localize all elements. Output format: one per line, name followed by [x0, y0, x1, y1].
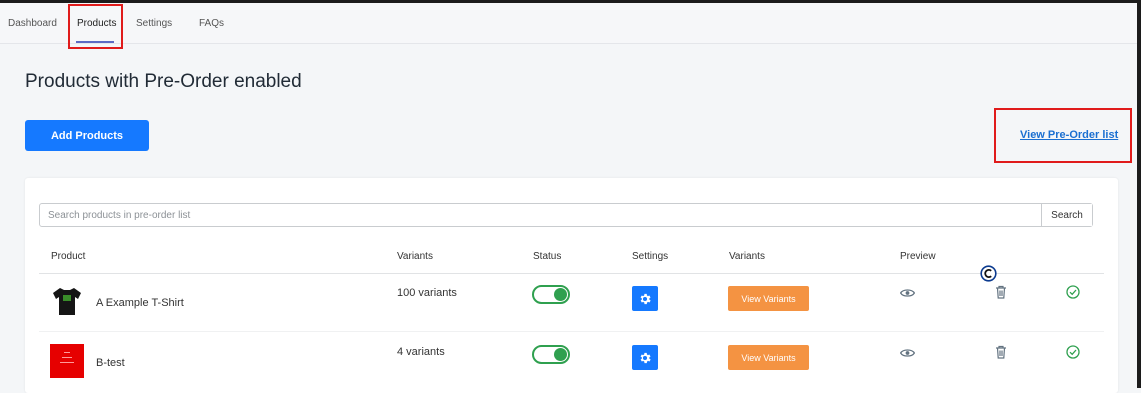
column-header-product: Product: [51, 251, 86, 262]
status-toggle[interactable]: [532, 345, 570, 364]
column-header-status: Status: [533, 251, 562, 262]
gear-icon: [640, 352, 651, 363]
column-header-preview: Preview: [900, 251, 936, 262]
add-products-button[interactable]: Add Products: [25, 120, 149, 151]
settings-button[interactable]: [632, 345, 658, 370]
search-button[interactable]: Search: [1041, 204, 1092, 226]
check-circle-icon: [1066, 345, 1080, 359]
top-nav: Dashboard Products Settings FAQs: [0, 3, 1137, 44]
product-name[interactable]: B-test: [96, 357, 125, 369]
trash-icon: [996, 285, 1006, 299]
product-name[interactable]: A Example T-Shirt: [96, 297, 184, 309]
eye-icon: [899, 349, 915, 357]
preview-button[interactable]: [899, 345, 915, 361]
tab-settings[interactable]: Settings: [136, 18, 172, 29]
header-divider: [39, 273, 1104, 274]
search-bar: Search: [39, 203, 1093, 227]
highlight-box-view-list: [994, 108, 1132, 163]
toggle-knob: [554, 288, 567, 301]
view-variants-button[interactable]: View Variants: [728, 286, 809, 311]
column-header-settings: Settings: [632, 251, 669, 262]
view-variants-button[interactable]: View Variants: [728, 345, 809, 370]
highlight-box-products-tab: [68, 4, 123, 49]
tshirt-thumbnail: [53, 288, 81, 315]
row-divider: [39, 331, 1104, 332]
enabled-check: [1066, 345, 1080, 359]
enabled-check: [1066, 285, 1080, 299]
eye-icon: [899, 289, 915, 297]
tab-faqs[interactable]: FAQs: [199, 18, 224, 29]
click-cursor-icon: [980, 265, 997, 282]
column-header-variants: Variants: [397, 251, 433, 262]
page-title: Products with Pre-Order enabled: [25, 71, 302, 92]
toggle-knob: [554, 348, 567, 361]
search-input[interactable]: [40, 204, 1041, 226]
check-circle-icon: [1066, 285, 1080, 299]
preview-button[interactable]: [899, 285, 915, 301]
variant-count: 4 variants: [397, 346, 445, 358]
delete-button[interactable]: [994, 284, 1008, 300]
window-right-edge: [1137, 0, 1141, 388]
delete-button[interactable]: [994, 344, 1008, 360]
trash-icon: [996, 345, 1006, 359]
product-thumbnail: [50, 344, 84, 378]
status-toggle[interactable]: [532, 285, 570, 304]
tab-dashboard[interactable]: Dashboard: [8, 18, 57, 29]
column-header-variants-actions: Variants: [729, 251, 765, 262]
variant-count: 100 variants: [397, 287, 457, 299]
gear-icon: [640, 293, 651, 304]
settings-button[interactable]: [632, 286, 658, 311]
